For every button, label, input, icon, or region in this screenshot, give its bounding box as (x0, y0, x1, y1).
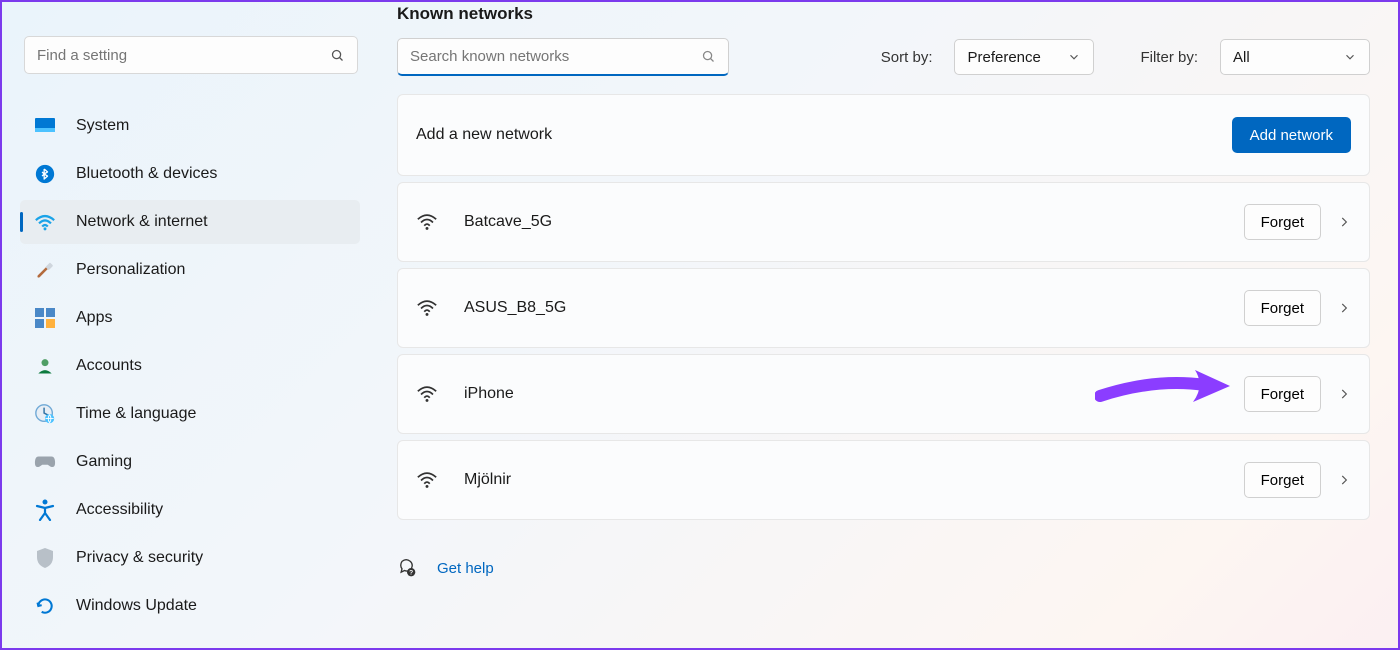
clock-globe-icon (34, 403, 56, 425)
wifi-icon (416, 297, 438, 319)
system-icon (34, 115, 56, 137)
get-help-row: ? Get help (397, 558, 1370, 578)
chevron-right-icon[interactable] (1337, 473, 1351, 487)
update-icon (34, 595, 56, 617)
search-icon (701, 49, 716, 64)
sort-select[interactable]: Preference (954, 39, 1094, 75)
wifi-icon (416, 469, 438, 491)
search-icon (330, 48, 345, 63)
sidebar-item-label: Privacy & security (76, 549, 203, 567)
sidebar: System Bluetooth & devices Network & int… (2, 2, 362, 648)
sidebar-item-privacy[interactable]: Privacy & security (20, 536, 360, 580)
filter-select[interactable]: All (1220, 39, 1370, 75)
forget-button[interactable]: Forget (1244, 290, 1321, 326)
main-panel: Known networks Sort by: Preference Filte… (397, 2, 1370, 578)
find-setting-input[interactable] (37, 47, 330, 64)
sidebar-item-bluetooth[interactable]: Bluetooth & devices (20, 152, 360, 196)
toolbar: Sort by: Preference Filter by: All (397, 38, 1370, 76)
sidebar-item-label: Gaming (76, 453, 132, 471)
network-row[interactable]: ASUS_B8_5G Forget (397, 268, 1370, 348)
sidebar-item-label: System (76, 117, 129, 135)
sidebar-item-label: Windows Update (76, 597, 197, 615)
sidebar-item-label: Bluetooth & devices (76, 165, 217, 183)
paintbrush-icon (34, 259, 56, 281)
chevron-down-icon (1343, 50, 1357, 64)
sidebar-item-label: Accessibility (76, 501, 163, 519)
find-setting-search[interactable] (24, 36, 358, 74)
chevron-down-icon (1067, 50, 1081, 64)
sidebar-item-gaming[interactable]: Gaming (20, 440, 360, 484)
get-help-link[interactable]: Get help (437, 560, 494, 577)
wifi-icon (416, 383, 438, 405)
forget-button[interactable]: Forget (1244, 462, 1321, 498)
chevron-right-icon[interactable] (1337, 215, 1351, 229)
forget-button[interactable]: Forget (1244, 376, 1321, 412)
filter-label: Filter by: (1140, 49, 1198, 66)
search-networks-input[interactable] (410, 48, 701, 65)
help-icon: ? (397, 558, 417, 578)
nav-list: System Bluetooth & devices Network & int… (20, 104, 360, 632)
forget-button[interactable]: Forget (1244, 204, 1321, 240)
page-title: Known networks (397, 4, 1370, 24)
network-name: Batcave_5G (464, 213, 1244, 231)
wifi-icon (416, 211, 438, 233)
sidebar-item-accessibility[interactable]: Accessibility (20, 488, 360, 532)
chevron-right-icon[interactable] (1337, 387, 1351, 401)
bluetooth-icon (34, 163, 56, 185)
sidebar-item-label: Time & language (76, 405, 196, 423)
sidebar-item-system[interactable]: System (20, 104, 360, 148)
sort-value: Preference (967, 49, 1040, 66)
sidebar-item-time-language[interactable]: Time & language (20, 392, 360, 436)
network-name: iPhone (464, 385, 1244, 403)
chevron-right-icon[interactable] (1337, 301, 1351, 315)
sidebar-item-label: Apps (76, 309, 112, 327)
sidebar-item-personalization[interactable]: Personalization (20, 248, 360, 292)
network-name: ASUS_B8_5G (464, 299, 1244, 317)
svg-text:?: ? (409, 570, 413, 577)
sidebar-item-label: Personalization (76, 261, 185, 279)
network-row[interactable]: Batcave_5G Forget (397, 182, 1370, 262)
sidebar-item-apps[interactable]: Apps (20, 296, 360, 340)
network-row[interactable]: Mjölnir Forget (397, 440, 1370, 520)
sidebar-item-network[interactable]: Network & internet (20, 200, 360, 244)
wifi-icon (34, 211, 56, 233)
apps-icon (34, 307, 56, 329)
gamepad-icon (34, 451, 56, 473)
filter-value: All (1233, 49, 1250, 66)
sidebar-item-accounts[interactable]: Accounts (20, 344, 360, 388)
sort-label: Sort by: (881, 49, 933, 66)
sidebar-item-label: Network & internet (76, 213, 208, 231)
sidebar-item-windows-update[interactable]: Windows Update (20, 584, 360, 628)
person-icon (34, 355, 56, 377)
network-name: Mjölnir (464, 471, 1244, 489)
add-network-label: Add a new network (416, 126, 1232, 144)
add-network-row: Add a new network Add network (397, 94, 1370, 176)
shield-icon (34, 547, 56, 569)
accessibility-icon (34, 499, 56, 521)
search-networks-box[interactable] (397, 38, 729, 76)
network-row[interactable]: iPhone Forget (397, 354, 1370, 434)
add-network-button[interactable]: Add network (1232, 117, 1351, 153)
sidebar-item-label: Accounts (76, 357, 142, 375)
